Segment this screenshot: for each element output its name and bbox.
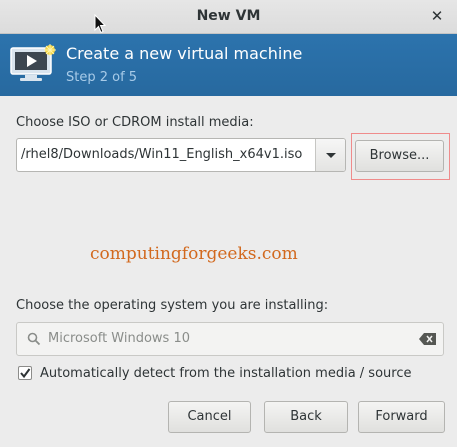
combo-dropdown-button[interactable]	[315, 139, 345, 171]
os-search-value[interactable]: Microsoft Windows 10	[48, 331, 190, 346]
mouse-cursor-icon	[94, 14, 106, 34]
checkmark-icon	[20, 368, 31, 379]
forward-button[interactable]: Forward	[358, 401, 445, 433]
close-icon[interactable]: ✕	[427, 6, 447, 26]
install-media-path[interactable]: /rhel8/Downloads/Win11_English_x64v1.iso	[21, 147, 302, 162]
cancel-button[interactable]: Cancel	[168, 401, 251, 433]
window-title: New VM	[196, 8, 261, 24]
auto-detect-checkbox[interactable]	[18, 366, 32, 380]
browse-button[interactable]: Browse...	[355, 140, 444, 172]
title-bar: New VM ✕	[0, 0, 457, 34]
step-indicator: Step 2 of 5	[66, 70, 138, 85]
virtual-machine-icon	[10, 44, 56, 81]
os-search-input[interactable]: Microsoft Windows 10	[16, 322, 444, 356]
banner-title: Create a new virtual machine	[66, 44, 303, 63]
wizard-banner: Create a new virtual machine Step 2 of 5	[0, 34, 457, 96]
back-button[interactable]: Back	[264, 401, 348, 433]
clear-icon[interactable]	[419, 333, 437, 345]
auto-detect-label[interactable]: Automatically detect from the installati…	[40, 366, 411, 381]
search-icon	[27, 332, 41, 346]
install-media-label: Choose ISO or CDROM install media:	[16, 115, 254, 130]
install-media-combo[interactable]: /rhel8/Downloads/Win11_English_x64v1.iso	[16, 138, 346, 172]
os-label: Choose the operating system you are inst…	[16, 298, 329, 313]
watermark-text: computingforgeeks.com	[90, 244, 298, 264]
